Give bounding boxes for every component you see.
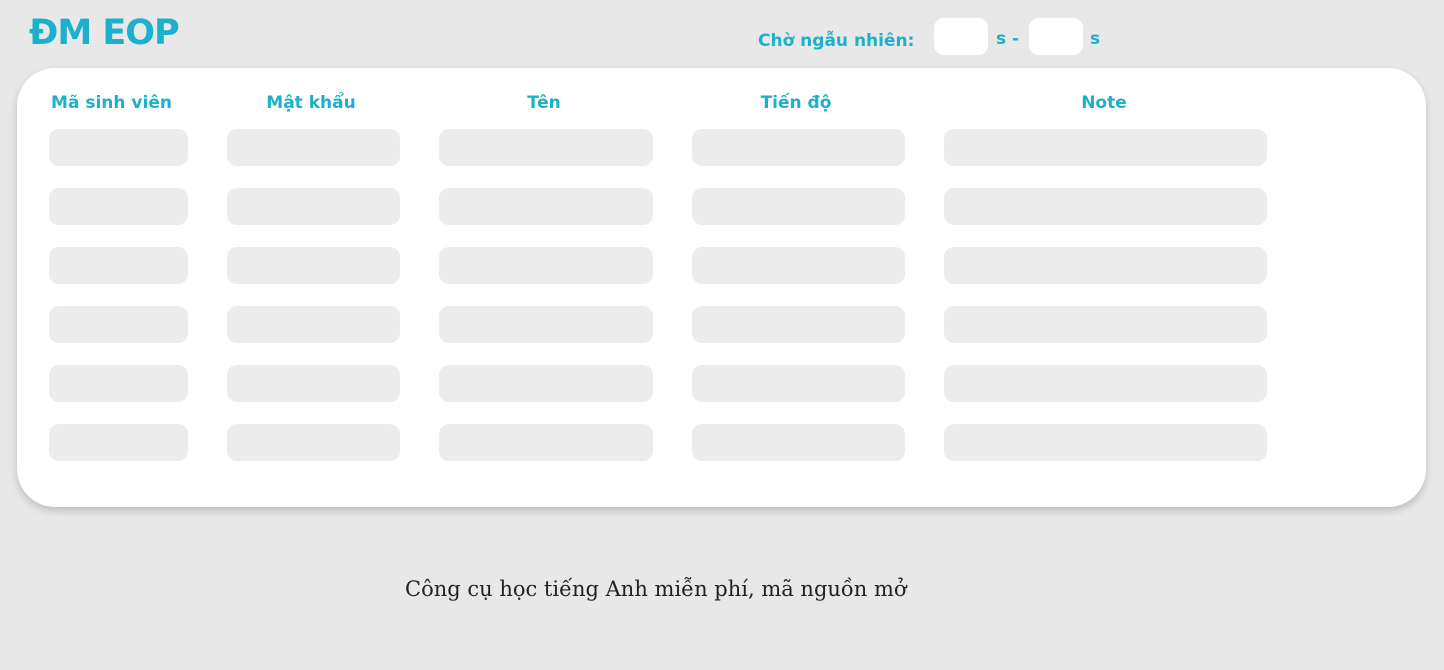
password-field[interactable] (227, 306, 400, 343)
progress-field[interactable] (692, 365, 905, 402)
wait-min-input[interactable] (934, 18, 988, 55)
name-field[interactable] (439, 129, 653, 166)
student-id-field[interactable] (49, 188, 188, 225)
column-header-name: Tên (527, 93, 561, 113)
wait-max-input[interactable] (1029, 18, 1083, 55)
progress-field[interactable] (692, 306, 905, 343)
progress-field[interactable] (692, 188, 905, 225)
wait-min-unit: s - (996, 29, 1020, 49)
student-id-field[interactable] (49, 365, 188, 402)
note-field[interactable] (944, 129, 1267, 166)
app-logo: ĐM EOP (29, 13, 180, 53)
accounts-table-card: Mã sinh viên Mật khẩu Tên Tiến độ Note (17, 68, 1426, 507)
note-field[interactable] (944, 424, 1267, 461)
progress-field[interactable] (692, 129, 905, 166)
password-field[interactable] (227, 188, 400, 225)
note-field[interactable] (944, 306, 1267, 343)
name-field[interactable] (439, 306, 653, 343)
student-id-field[interactable] (49, 424, 188, 461)
password-field[interactable] (227, 129, 400, 166)
password-field[interactable] (227, 365, 400, 402)
column-header-note: Note (1081, 93, 1127, 113)
note-field[interactable] (944, 247, 1267, 284)
password-field[interactable] (227, 247, 400, 284)
column-header-password: Mật khẩu (266, 93, 356, 113)
random-wait-label: Chờ ngẫu nhiên: (758, 31, 915, 51)
password-field[interactable] (227, 424, 400, 461)
progress-field[interactable] (692, 424, 905, 461)
name-field[interactable] (439, 188, 653, 225)
student-id-field[interactable] (49, 247, 188, 284)
name-field[interactable] (439, 247, 653, 284)
student-id-field[interactable] (49, 306, 188, 343)
column-header-student-id: Mã sinh viên (51, 93, 172, 113)
footer-tagline: Công cụ học tiếng Anh miễn phí, mã nguồn… (405, 577, 907, 601)
name-field[interactable] (439, 365, 653, 402)
name-field[interactable] (439, 424, 653, 461)
student-id-field[interactable] (49, 129, 188, 166)
wait-max-unit: s (1090, 29, 1101, 49)
note-field[interactable] (944, 365, 1267, 402)
note-field[interactable] (944, 188, 1267, 225)
column-header-progress: Tiến độ (760, 93, 832, 113)
progress-field[interactable] (692, 247, 905, 284)
